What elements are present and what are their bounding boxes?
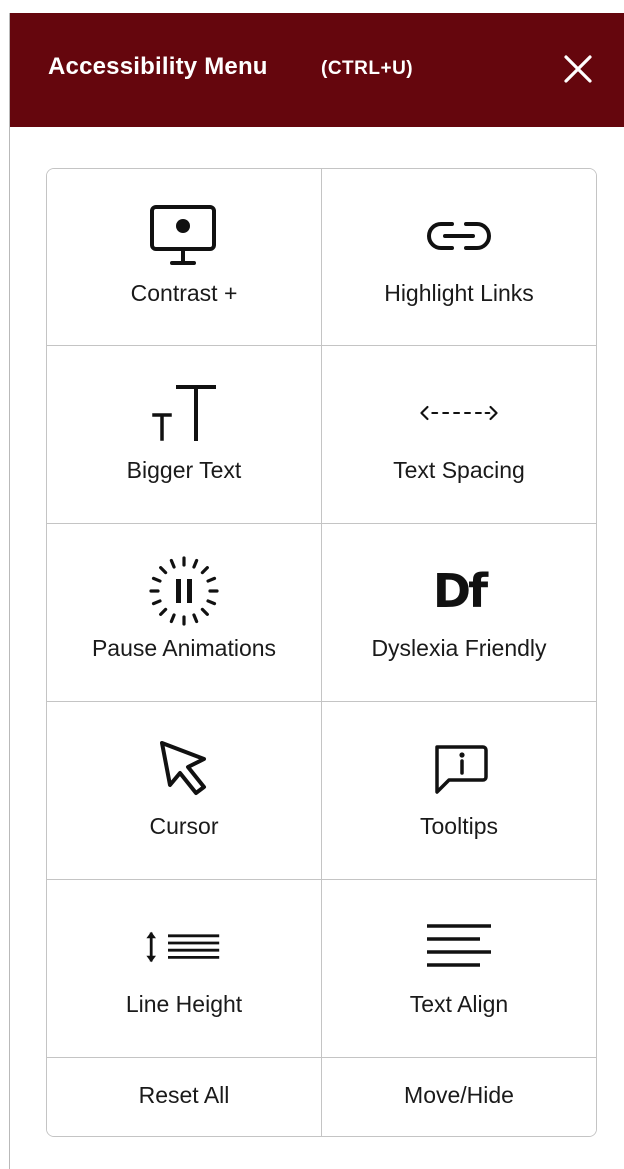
pause-ring-dash [169, 558, 176, 569]
close-button[interactable] [560, 51, 596, 87]
contrast-button[interactable]: Contrast + [47, 169, 322, 346]
text-align-button[interactable]: Text Align [322, 880, 596, 1058]
pause-ring-dash [192, 613, 199, 624]
dyslexia-friendly-button[interactable]: Df Dyslexia Friendly [322, 524, 596, 702]
pause-animations-button[interactable]: Pause Animations [47, 524, 322, 702]
contrast-label: Contrast + [130, 280, 238, 306]
monitor-contrast-icon [144, 201, 224, 271]
cursor-label: Cursor [149, 813, 219, 839]
accessibility-panel: Accessibility Menu (CTRL+U) Contrast + H… [9, 13, 624, 1169]
pause-circle-icon [144, 556, 224, 626]
panel-header: Accessibility Menu (CTRL+U) [10, 13, 624, 127]
options-grid: Contrast + Highlight Links Bigger Text T… [46, 168, 597, 1137]
highlight-links-label: Highlight Links [384, 280, 534, 306]
dyslexia-friendly-label: Dyslexia Friendly [371, 635, 547, 661]
cursor-button[interactable]: Cursor [47, 702, 322, 880]
pause-ring-dash [206, 599, 217, 606]
pause-ring-dash [159, 566, 168, 575]
pause-ring-dash [169, 613, 176, 624]
bigger-text-button[interactable]: Bigger Text [47, 346, 322, 524]
pause-ring-dash [206, 576, 217, 583]
tooltips-label: Tooltips [420, 813, 498, 839]
text-spacing-button[interactable]: Text Spacing [322, 346, 596, 524]
close-icon [564, 55, 592, 83]
line-height-label: Line Height [125, 991, 243, 1017]
line-height-button[interactable]: Line Height [47, 880, 322, 1058]
text-align-label: Text Align [409, 991, 509, 1017]
pause-ring-dash [192, 558, 199, 569]
pause-ring-dash [159, 607, 168, 616]
move-hide-button[interactable]: Move/Hide [322, 1058, 596, 1136]
tooltips-button[interactable]: Tooltips [322, 702, 596, 880]
pause-ring-dash [151, 576, 162, 583]
pause-ring-dash [200, 566, 209, 575]
line-height-icon [144, 912, 224, 982]
text-spacing-label: Text Spacing [393, 457, 525, 483]
bigger-text-label: Bigger Text [126, 457, 242, 483]
pause-ring-dash [200, 607, 209, 616]
reset-all-label: Reset All [138, 1082, 230, 1108]
dyslexia-df-icon: Df [419, 556, 499, 626]
cursor-arrow-icon [144, 734, 224, 804]
text-size-icon [144, 378, 224, 448]
highlight-links-button[interactable]: Highlight Links [322, 169, 596, 346]
tooltip-info-icon [419, 734, 499, 804]
keyboard-shortcut: (CTRL+U) [321, 58, 414, 79]
move-hide-label: Move/Hide [404, 1082, 514, 1108]
reset-all-button[interactable]: Reset All [47, 1058, 322, 1136]
panel-title: Accessibility Menu [48, 53, 268, 80]
text-align-icon [419, 912, 499, 982]
spacing-arrows-icon [419, 378, 499, 448]
pause-animations-label: Pause Animations [91, 635, 277, 661]
pause-ring-dash [151, 599, 162, 606]
link-icon [419, 201, 499, 271]
df-glyph: Df [432, 564, 488, 618]
